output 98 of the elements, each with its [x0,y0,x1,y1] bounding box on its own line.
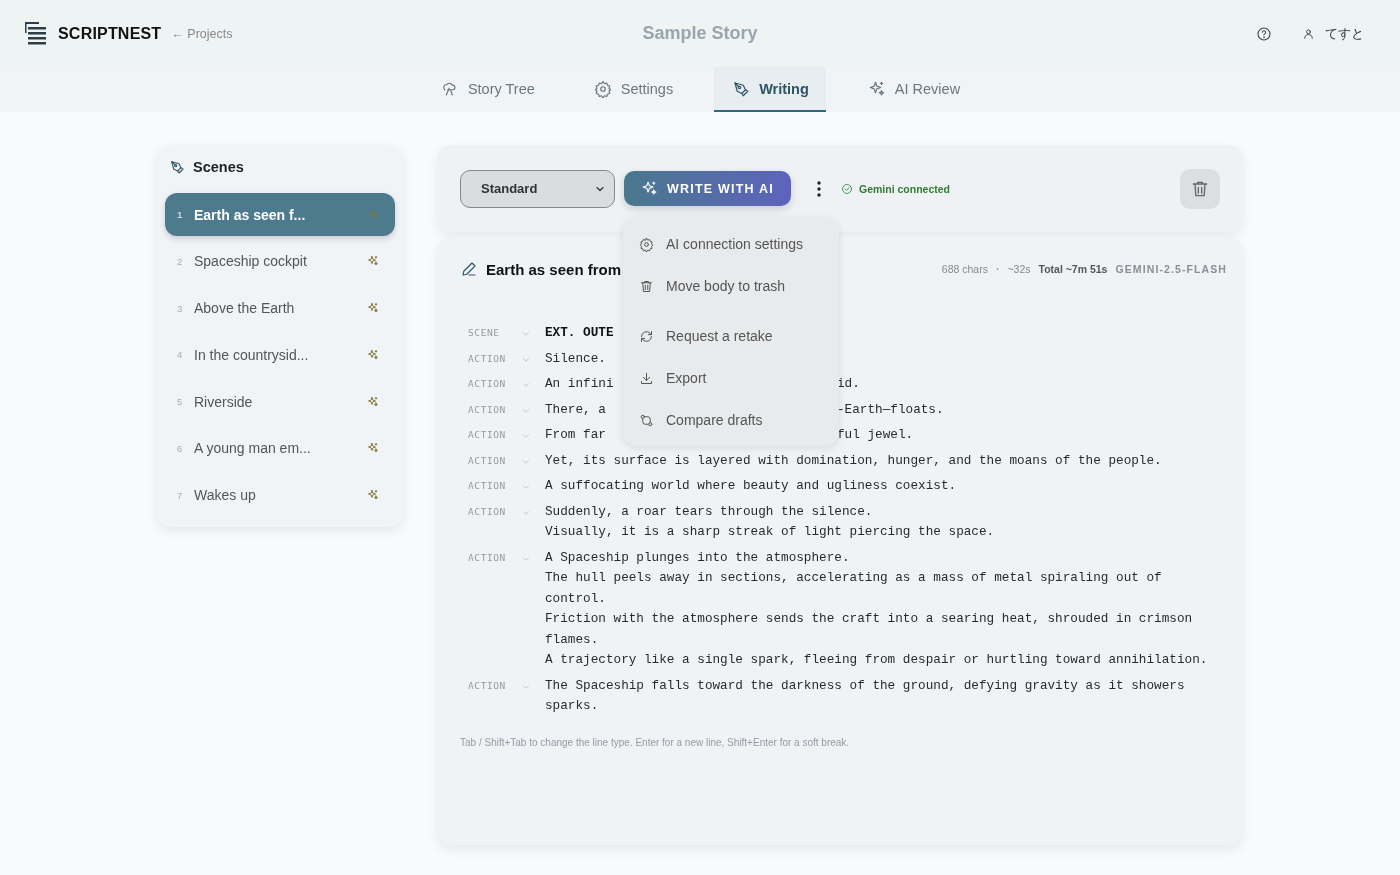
connection-status: Gemini connected [859,182,951,195]
scene-title: In the countrysid... [194,346,310,363]
line-type-label: ACTION [467,550,507,565]
settings-icon [593,79,612,98]
chevron-down-icon [521,329,531,339]
menu-item[interactable]: Export [623,357,839,399]
hint-text: Tab / Shift+Tab to change the line type. Enter for a new line, Shift+Enter for a soft break. [460,736,851,748]
tab[interactable]: Story Tree [422,67,552,112]
scene-number: 1 [177,209,184,220]
sparkle-icon [367,348,379,361]
scene-number: 4 [177,349,184,361]
sparkle-icon [367,302,379,315]
scene-number: 7 [177,489,184,501]
chevron-down-icon [521,482,531,492]
line-type-label: ACTION [467,678,507,693]
action-text: Yet, its surface is layered with domination, hunger, and the moans of the people. [545,452,1162,468]
sparkle-icon [367,489,379,502]
action-text: ful jewel. [837,426,914,444]
projects-link[interactable]: ← Projects [171,26,233,41]
settings-icon [639,236,654,252]
sparkle-icon [641,180,659,197]
menu-item[interactable]: Compare drafts [623,399,839,441]
scene-title: Riverside [194,393,254,410]
refresh-icon [639,328,654,344]
stat-text: 688 chars [941,263,988,275]
line-type-label: ACTION [467,351,507,366]
tab[interactable]: Writing [714,67,826,112]
scene-item[interactable]: 7 Wakes up [165,473,395,517]
action-text: A trajectory like a single spark, fleeing from despair or hurtling toward annihilation. [545,652,1208,667]
action-text: From far [545,427,606,442]
scene-item[interactable]: 1 Earth as seen f... [165,193,395,236]
scene-heading-text: EXT. OUTE [545,325,614,340]
scene-item[interactable]: 3 Above the Earth [165,286,395,330]
scene-title: Spaceship cockpit [194,253,308,270]
action-text: The Spaceship falls toward the darkness of the ground, defying gravity as it showers sparks. [545,677,1185,713]
sparkle-icon [867,79,886,98]
action-text: An infini [545,376,614,391]
scene-heading: Earth as seen from [486,260,622,278]
download-icon [639,370,654,386]
action-text: -Earth—floats. [837,400,944,419]
scene-number: 6 [177,443,184,454]
sparkle-icon [367,255,379,268]
scene-item[interactable]: 5 Riverside [165,380,395,424]
chevron-down-icon [521,380,531,390]
pencil-icon [460,260,478,278]
menu-item[interactable]: Request a retake [623,315,839,357]
story-title: Sample Story [642,23,758,43]
logo-icon [24,20,48,47]
menu-item[interactable]: Move body to trash [623,265,839,307]
action-text: id. [837,375,860,393]
line-type-label: ACTION [467,504,507,519]
write-with-ai-button[interactable]: WRITE WITH AI [624,171,791,206]
trash-icon [639,278,654,294]
scene-item[interactable]: 2 Spaceship cockpit [165,239,395,283]
sparkle-icon [367,395,379,408]
chevron-down-icon [521,431,531,441]
action-text: Silence. [545,350,606,366]
tab[interactable]: AI Review [849,67,978,112]
line-type-label: ACTION [467,377,507,391]
scene-number: 3 [177,302,184,314]
action-text: Suddenly, a roar tears through the silence. [545,503,873,519]
action-text: The hull peels away in sections, accelerating as a mass of metal spiraling out of control. [545,570,1162,606]
scene-title: Wakes up [194,487,257,504]
action-text: A Spaceship plunges into the atmosphere. [545,549,850,565]
action-text: Friction with the atmosphere sends the craft into a searing heat, shrouded in crimson flames. [545,611,1193,647]
check-circle-icon [841,182,853,195]
scene-title: Earth as seen f... [194,206,307,223]
pen-nib-icon [169,159,185,175]
kebab-icon [817,180,821,197]
panel-title: Scenes [193,159,244,175]
sparkle-icon [367,208,379,221]
line-type-label: ACTION [467,479,507,493]
scene-title: A young man em... [194,440,312,457]
stat-text: Total ~7m 51s [1038,263,1108,275]
scene-title: Above the Earth [194,300,296,317]
sparkle-icon [367,442,379,455]
delete-button[interactable] [1180,168,1220,209]
separator-dot: · [995,263,1000,275]
stat-text: ~32s [1007,263,1031,275]
line-type-label: SCENE [467,326,501,340]
scene-number: 2 [177,255,184,267]
line-type-label: ACTION [467,453,507,468]
help-icon[interactable] [1256,25,1272,42]
action-text: Visually, it is a sharp streak of light piercing the space. [545,524,995,539]
mode-select[interactable]: Standard [460,169,615,208]
scene-item[interactable]: 4 In the countrysid... [165,333,395,377]
scene-item[interactable]: 6 A young man em... [165,427,395,470]
model-name: GEMINI-2.5-FLASH [1115,263,1227,275]
pen-nib-icon [732,79,751,98]
line-type-label: ACTION [467,428,507,442]
action-text: There, a [545,401,606,417]
action-text: A suffocating world where beauty and ugliness coexist. [545,478,957,493]
menu-item[interactable]: AI connection settings [623,223,839,265]
line-type-label: ACTION [467,402,507,417]
app-name: SCRIPTNEST [58,24,162,43]
scene-number: 5 [177,396,184,408]
tab[interactable]: Settings [575,67,691,112]
user-name[interactable]: てすと [1325,24,1364,43]
